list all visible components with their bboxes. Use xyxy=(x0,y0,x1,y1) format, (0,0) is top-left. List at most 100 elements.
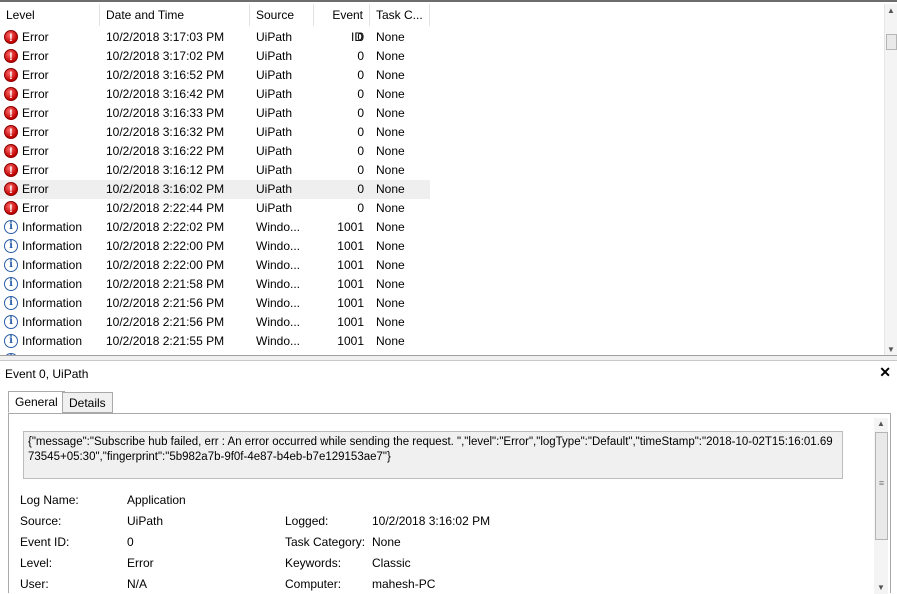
event-id-cell: 0 xyxy=(357,201,364,215)
level-text: Error xyxy=(22,49,49,63)
table-row[interactable]: iInformation10/2/2018 2:21:55 PMWindo...… xyxy=(0,332,430,351)
table-row[interactable]: ! Error 10/2/2018 3:16:32 PM UiPath 0 None xyxy=(0,123,430,142)
task-category-cell: None xyxy=(376,163,405,177)
error-icon: ! xyxy=(4,68,18,82)
event-id-cell: 0 xyxy=(357,49,364,63)
event-id-cell: 1001 xyxy=(337,315,364,329)
event-id-cell: 0 xyxy=(357,106,364,120)
task-category-cell: None xyxy=(376,315,405,329)
level-text: Information xyxy=(22,220,83,234)
task-category-cell: None xyxy=(376,49,405,63)
error-icon: ! xyxy=(4,49,18,63)
column-header-task-category[interactable]: Task C... xyxy=(370,4,430,26)
table-row[interactable]: i Information 10/2/2018 2:22:00 PM Windo...… xyxy=(0,237,430,256)
table-row[interactable]: i Information 10/2/2018 2:22:00 PM Windo...… xyxy=(0,256,430,275)
error-icon: ! xyxy=(4,87,18,101)
level-text: Error xyxy=(22,106,49,120)
task-category-cell: None xyxy=(376,125,405,139)
level-text: Error xyxy=(22,182,49,196)
table-row[interactable]: ! Error 10/2/2018 3:16:52 PM UiPath 0 None xyxy=(0,66,430,85)
task-category-label: Task Category: xyxy=(285,535,366,549)
table-row[interactable]: i Information 10/2/2018 2:21:58 PM Windo...… xyxy=(0,275,430,294)
level-cell: i Information xyxy=(4,294,100,313)
keywords-label: Keywords: xyxy=(285,556,342,570)
scroll-down-icon[interactable]: ▼ xyxy=(874,582,888,594)
datetime-cell: 10/2/2018 3:17:02 PM xyxy=(106,49,225,63)
event-id-cell: 1001 xyxy=(337,220,364,234)
level-cell: ! Error xyxy=(4,47,100,66)
level-label: Level: xyxy=(20,556,53,570)
event-id-cell: 1001 xyxy=(337,334,364,348)
level-cell: i Information xyxy=(4,218,100,237)
keywords-value: Classic xyxy=(372,556,411,570)
level-cell: ! Error xyxy=(4,123,100,142)
table-row[interactable]: ! Error 10/2/2018 3:17:02 PM UiPath 0 None xyxy=(0,47,430,66)
datetime-cell: 10/2/2018 3:16:02 PM xyxy=(106,182,225,196)
level-text: Error xyxy=(22,68,49,82)
grid-header: Level Date and Time Source Event ID Task… xyxy=(0,4,430,44)
details-scrollbar[interactable]: ▲ ≡ ▼ xyxy=(874,418,888,594)
level-cell: ! Error xyxy=(4,85,100,104)
task-category-cell: None xyxy=(376,296,405,310)
datetime-cell: 10/2/2018 2:22:00 PM xyxy=(106,258,225,272)
datetime-cell: 10/2/2018 3:16:33 PM xyxy=(106,106,225,120)
task-category-cell: None xyxy=(376,201,405,215)
column-header-source[interactable]: Source xyxy=(250,4,314,26)
close-icon[interactable]: ✕ xyxy=(879,364,891,381)
event-id-cell: 1001 xyxy=(337,277,364,291)
tab-general[interactable]: General xyxy=(8,391,65,413)
scroll-up-icon[interactable]: ▲ xyxy=(874,418,888,430)
task-category-cell: None xyxy=(376,30,405,44)
table-row[interactable]: ! Error 10/2/2018 3:16:42 PM UiPath 0 None xyxy=(0,85,430,104)
table-row[interactable]: i Information 10/2/2018 2:21:56 PM Windo...… xyxy=(0,313,430,332)
tab-details[interactable]: Details xyxy=(62,392,113,413)
source-label: Source: xyxy=(20,514,62,528)
task-category-cell: None xyxy=(376,68,405,82)
table-row[interactable]: ! Error 10/2/2018 3:16:22 PM UiPath 0 None xyxy=(0,142,430,161)
scroll-up-icon[interactable]: ▲ xyxy=(885,4,897,18)
table-row[interactable]: ! Error 10/2/2018 3:17:03 PM UiPath 0 None xyxy=(0,28,430,47)
level-text: Error xyxy=(22,163,49,177)
datetime-cell: 10/2/2018 2:22:44 PM xyxy=(106,201,225,215)
column-header-event-id[interactable]: Event ID xyxy=(314,4,370,44)
table-row[interactable]: i Information 10/2/2018 2:22:02 PM Windo...… xyxy=(0,218,430,237)
level-text: Error xyxy=(22,144,49,158)
level-text: Error xyxy=(22,201,49,215)
task-category-cell: None xyxy=(376,258,405,272)
scrollbar-thumb[interactable] xyxy=(886,34,897,50)
datetime-cell: 10/2/2018 3:16:12 PM xyxy=(106,163,225,177)
events-scrollbar[interactable]: ▲ ▼ xyxy=(884,4,897,357)
level-cell: ! Error xyxy=(4,180,100,199)
event-id-value: 0 xyxy=(127,535,134,549)
log-name-label: Log Name: xyxy=(20,493,79,507)
scrollbar-thumb[interactable]: ≡ xyxy=(875,432,888,540)
table-row[interactable]: ! Error 10/2/2018 3:16:12 PM UiPath 0 None xyxy=(0,161,430,180)
level-text: Information xyxy=(22,315,83,329)
event-id-label: Event ID: xyxy=(20,535,70,549)
level-cell: i Information xyxy=(4,332,100,351)
error-icon: ! xyxy=(4,106,18,120)
error-icon: ! xyxy=(4,182,18,196)
task-category-cell: None xyxy=(376,277,405,291)
level-cell: ! Error xyxy=(4,161,100,180)
column-header-date-time[interactable]: Date and Time xyxy=(100,4,250,26)
information-icon: i xyxy=(4,296,18,310)
table-row[interactable]: ! Error 10/2/2018 3:16:33 PM UiPath 0 None xyxy=(0,104,430,123)
events-list-pane: Level Date and Time Source Event ID Task… xyxy=(0,0,897,357)
level-cell: i Information xyxy=(4,256,100,275)
table-row[interactable]: ! Error 10/2/2018 2:22:44 PM UiPath 0 None xyxy=(0,199,430,218)
datetime-cell: 10/2/2018 2:21:58 PM xyxy=(106,277,225,291)
level-text: Information xyxy=(22,258,83,272)
source-value: UiPath xyxy=(127,514,164,528)
level-cell: ! Error xyxy=(4,66,100,85)
table-row[interactable]: i Information 10/2/2018 2:21:56 PM Windo...… xyxy=(0,294,430,313)
table-row[interactable]: ! Error 10/2/2018 3:16:02 PM UiPath 0 None xyxy=(0,180,430,199)
event-id-cell: 0 xyxy=(357,68,364,82)
datetime-cell: 10/2/2018 2:22:02 PM xyxy=(106,220,225,234)
level-text: Information xyxy=(22,239,83,253)
level-text: Error xyxy=(22,125,49,139)
column-header-level[interactable]: Level xyxy=(0,4,100,26)
datetime-cell: 10/2/2018 2:21:55 PM xyxy=(106,334,225,348)
event-id-cell: 0 xyxy=(357,144,364,158)
event-message-text[interactable]: {"message":"Subscribe hub failed, err : … xyxy=(23,431,843,479)
